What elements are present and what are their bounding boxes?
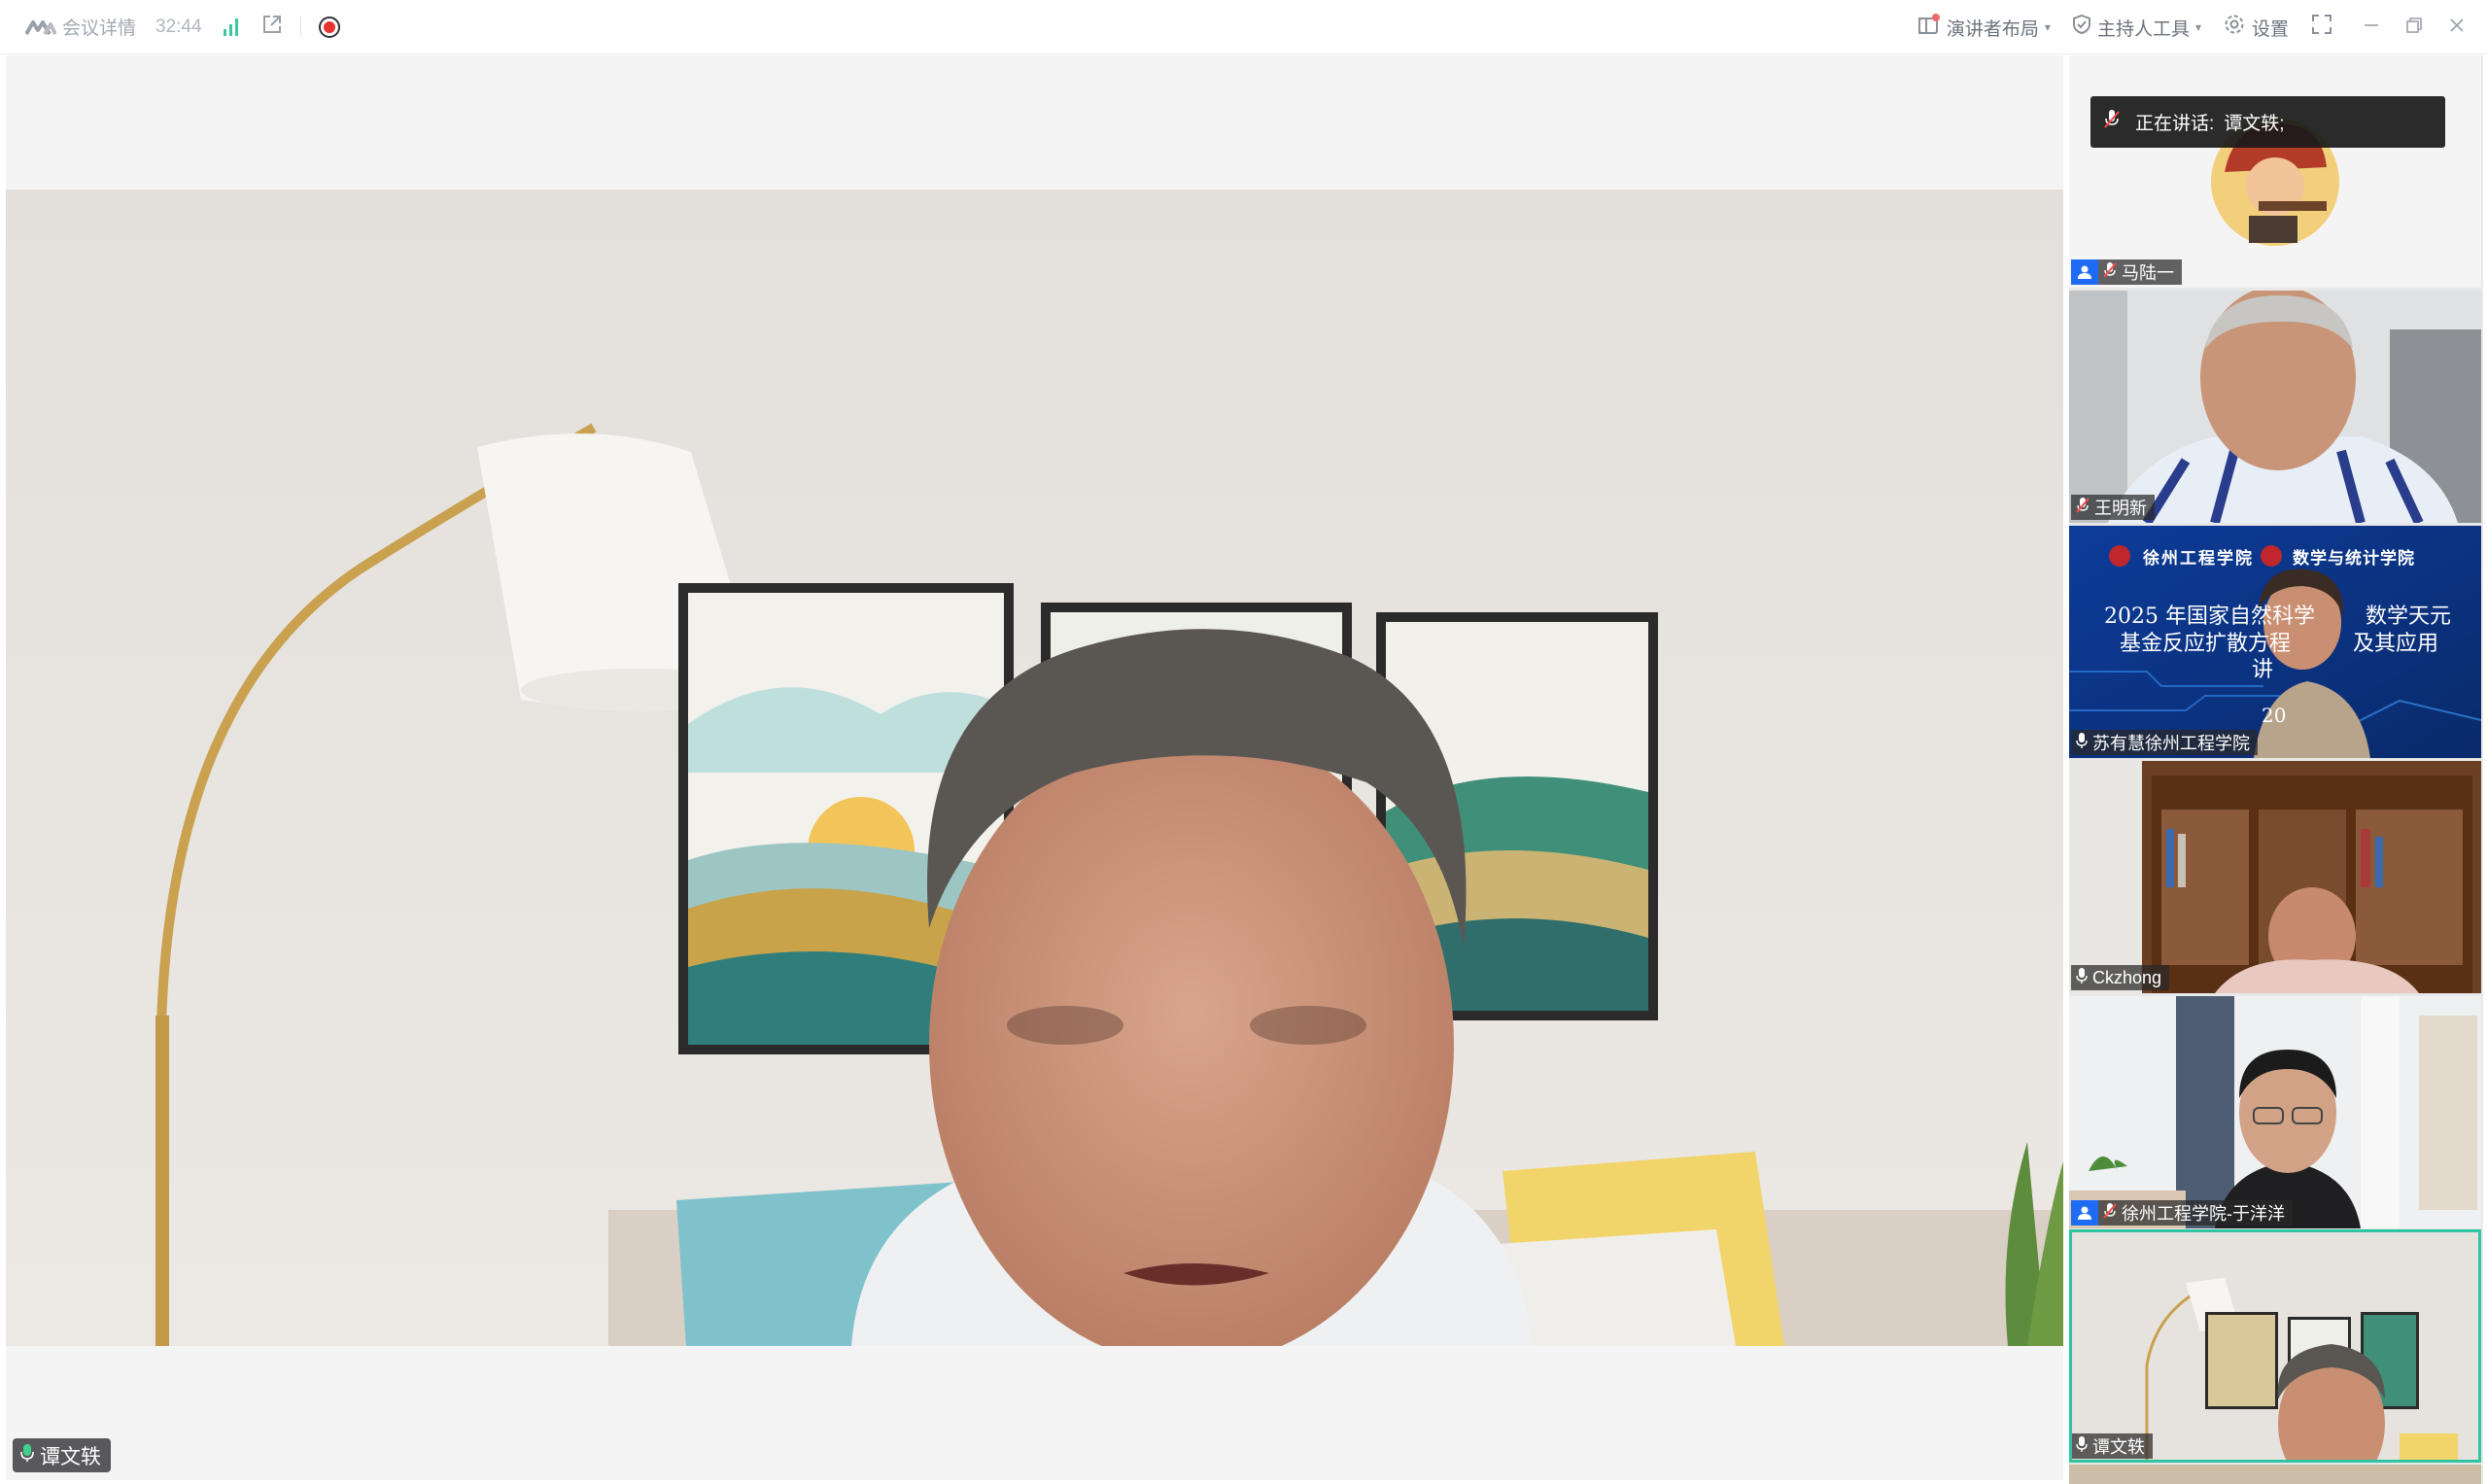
- tile-label: 马陆一: [2071, 259, 2182, 285]
- layout-icon: [1917, 14, 1941, 41]
- mic-muted-icon: [2076, 497, 2090, 519]
- minimize-icon[interactable]: [2363, 17, 2380, 39]
- divider: [299, 16, 301, 38]
- participant-name: 马陆一: [2122, 263, 2174, 283]
- participant-video: [2069, 996, 2481, 1228]
- mic-muted-icon: [2103, 261, 2117, 284]
- speaking-banner: 正在讲话: 谭文轶;: [2090, 96, 2445, 148]
- chevron-down-icon: ▾: [2044, 20, 2051, 34]
- mic-icon: [20, 1443, 34, 1468]
- record-icon[interactable]: [318, 16, 340, 38]
- slide-line2b: 及其应用: [2353, 632, 2439, 656]
- tile-label: 谭文轶: [2071, 1433, 2153, 1459]
- participant-video: [2069, 761, 2481, 993]
- gear-icon: [2223, 13, 2246, 42]
- presenter-layout-button[interactable]: 演讲者布局 ▾: [1917, 14, 2051, 41]
- main-stage: 谭文轶: [6, 55, 2063, 1480]
- fullscreen-button[interactable]: [2310, 13, 2333, 42]
- avatar: [2211, 118, 2339, 246]
- mic-icon: [2076, 967, 2088, 989]
- shield-icon: [2072, 14, 2091, 41]
- participant-name: 徐州工程学院-于洋洋: [2122, 1204, 2285, 1224]
- slide-college: 数学与统计学院: [2293, 549, 2415, 569]
- participant-name: Ckzhong: [2092, 967, 2162, 987]
- meeting-duration: 32:44: [155, 16, 202, 37]
- slide-line3: 讲: [2252, 658, 2274, 682]
- participant-tile[interactable]: 王明新: [2069, 291, 2481, 523]
- mic-icon: [2076, 1435, 2088, 1458]
- external-link-icon[interactable]: [261, 14, 283, 40]
- person-icon: [2071, 259, 2098, 285]
- presenter-layout-label: 演讲者布局: [1946, 18, 2039, 40]
- main-video-frame: [6, 190, 2063, 1346]
- logo-icon: [25, 18, 56, 36]
- participant-name: 谭文轶: [2092, 1437, 2145, 1457]
- participant-video: [2069, 291, 2481, 523]
- participant-name: 苏有慧徐州工程学院: [2092, 734, 2250, 753]
- speaking-name: 谭文轶;: [2224, 114, 2285, 134]
- participant-tile[interactable]: 马陆一: [2069, 55, 2481, 288]
- mic-muted-icon: [2104, 109, 2120, 136]
- tile-label: 徐州工程学院-于洋洋: [2071, 1200, 2293, 1225]
- person-icon: [2071, 1200, 2098, 1225]
- settings-label: 设置: [2251, 18, 2289, 40]
- participant-tile[interactable]: [2069, 1465, 2481, 1484]
- meeting-details-button[interactable]: 会议详情: [62, 14, 136, 40]
- host-tools-button[interactable]: 主持人工具 ▾: [2072, 14, 2201, 41]
- signal-icon[interactable]: [223, 17, 238, 36]
- close-icon[interactable]: [2448, 17, 2466, 39]
- speaking-label: 正在讲话:: [2135, 114, 2215, 134]
- tile-label: 王明新: [2071, 495, 2155, 520]
- slide-line4: 20: [2262, 704, 2287, 727]
- slide-school: 徐州工程学院: [2143, 549, 2254, 569]
- participant-name: 王明新: [2094, 499, 2147, 518]
- restore-icon[interactable]: [2405, 17, 2423, 39]
- main-participant-label: 谭文轶: [13, 1438, 111, 1472]
- host-tools-label: 主持人工具: [2096, 18, 2190, 40]
- main-video[interactable]: [6, 190, 2063, 1346]
- participant-tile[interactable]: 谭文轶: [2069, 1229, 2481, 1462]
- participant-gallery: 马陆一 王明新 徐州工程学院 数学与统计学院 2025 年国家自然科学 数学天元…: [2069, 55, 2483, 1484]
- tile-label: Ckzhong: [2071, 965, 2170, 990]
- top-toolbar: 会议详情 32:44 演讲者布局 ▾ 主持人工具 ▾ 设置: [0, 0, 2487, 54]
- chevron-down-icon: ▾: [2194, 20, 2201, 34]
- mic-muted-icon: [2103, 1202, 2117, 1225]
- participant-tile[interactable]: Ckzhong: [2069, 761, 2481, 993]
- tile-label: 苏有慧徐州工程学院: [2071, 730, 2258, 755]
- participant-tile[interactable]: 徐州工程学院 数学与统计学院 2025 年国家自然科学 数学天元 基金反应扩散方…: [2069, 526, 2481, 758]
- participant-video: [2069, 1229, 2481, 1462]
- fullscreen-icon: [2310, 13, 2333, 42]
- main-participant-name: 谭文轶: [40, 1445, 101, 1468]
- participant-tile[interactable]: 徐州工程学院-于洋洋: [2069, 996, 2481, 1228]
- mic-icon: [2076, 732, 2088, 754]
- settings-button[interactable]: 设置: [2223, 13, 2289, 42]
